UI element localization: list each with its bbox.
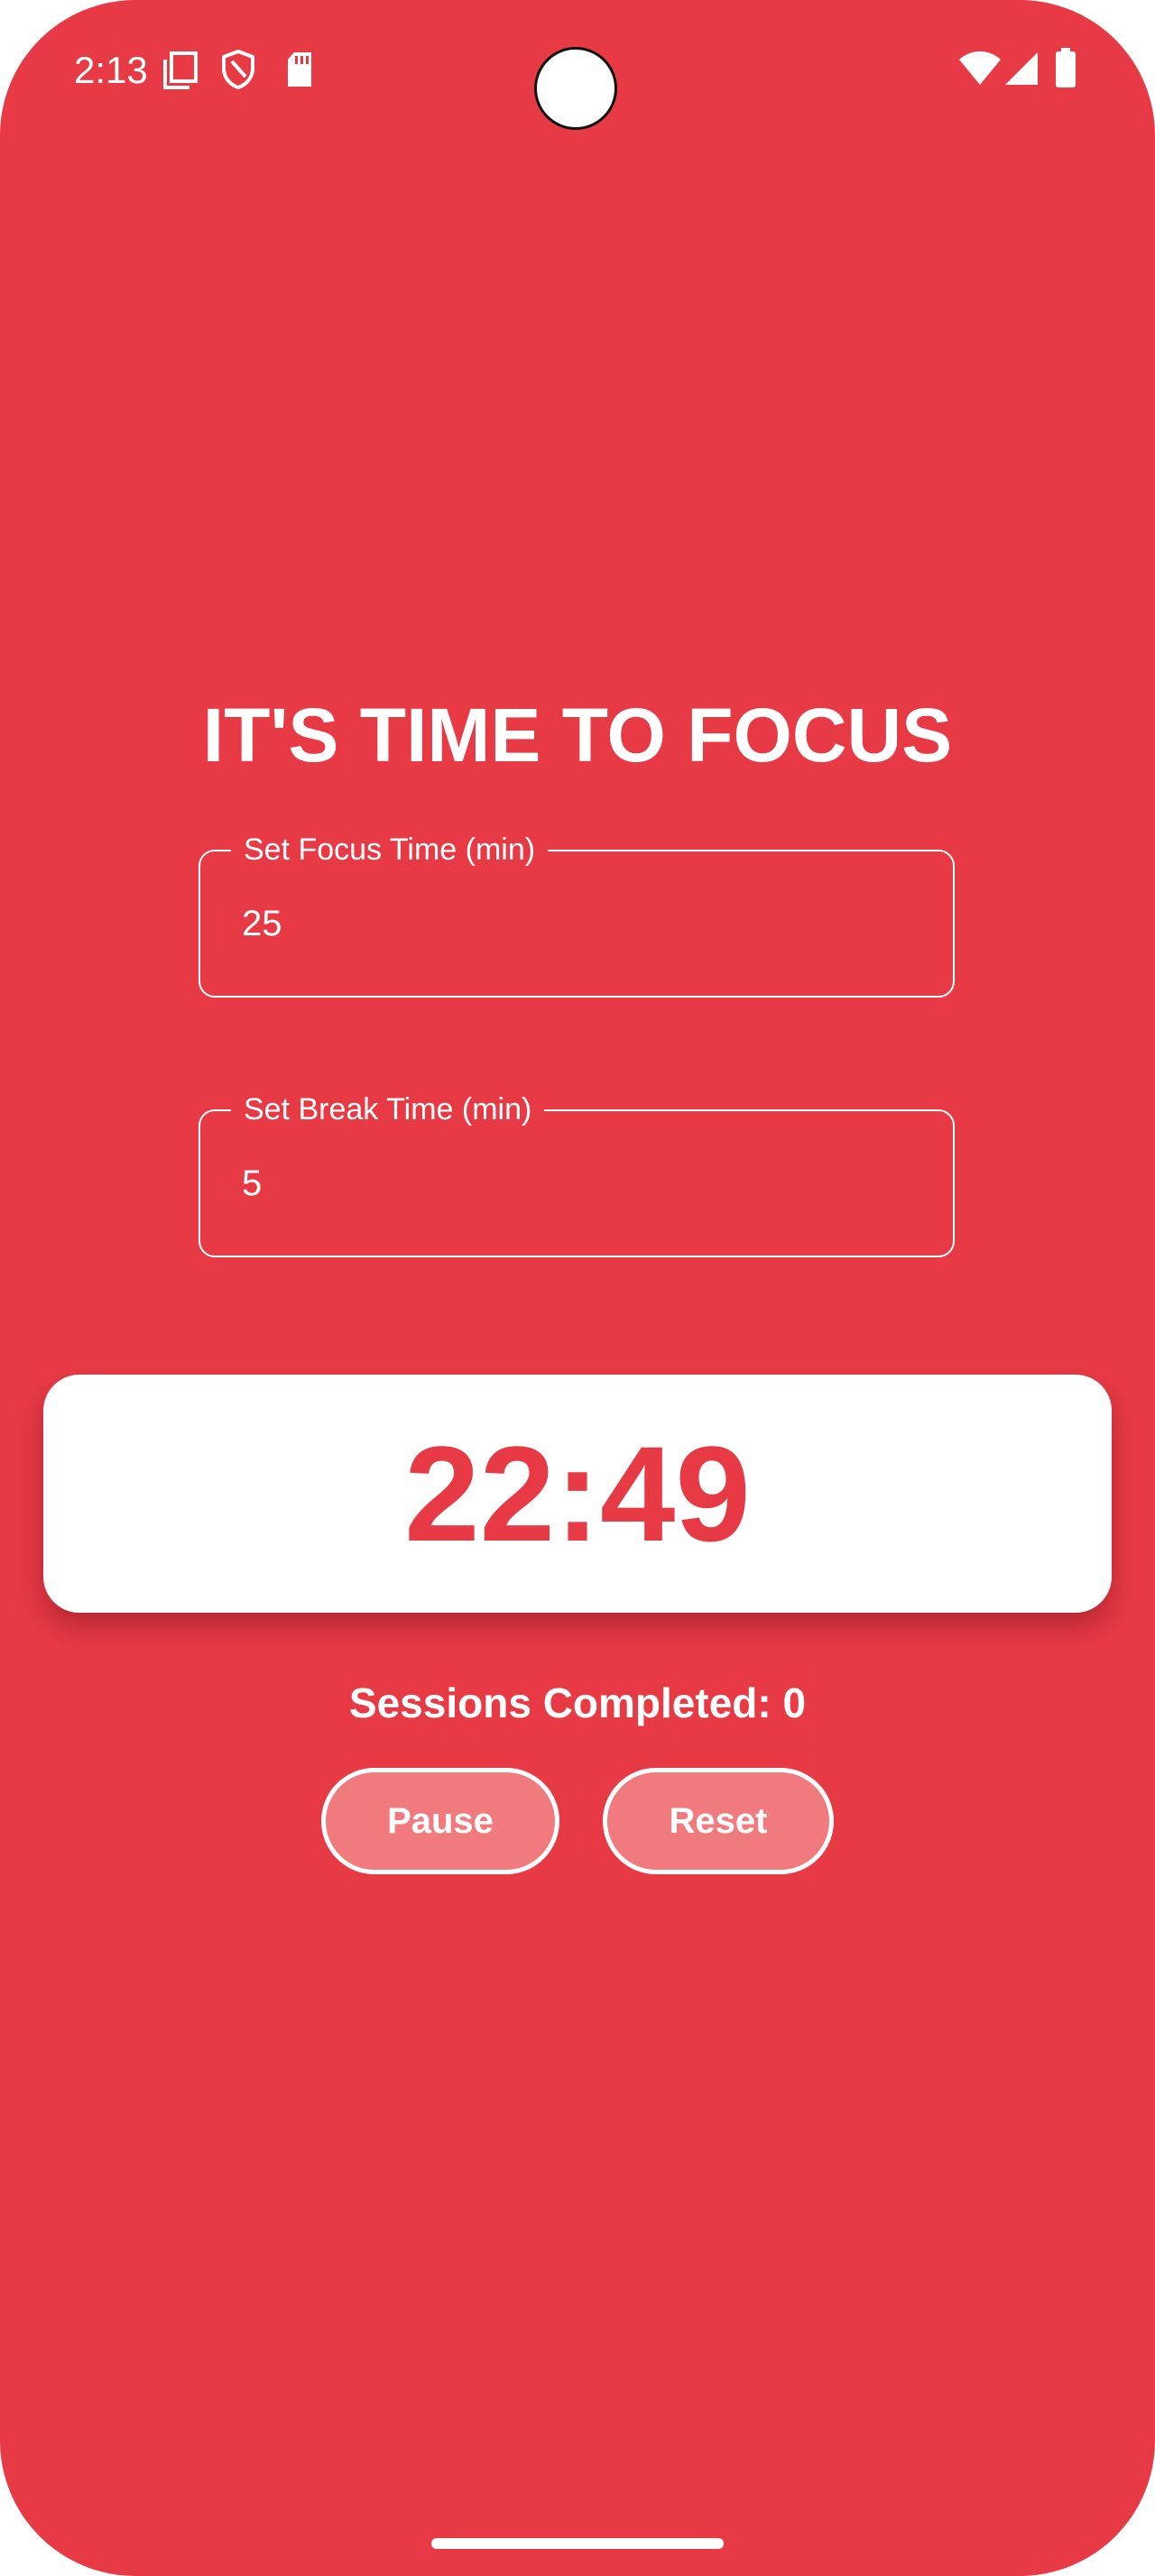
battery-icon (1056, 48, 1076, 87)
wifi-icon (959, 51, 1001, 85)
sessions-completed: Sessions Completed: 0 (348, 1679, 807, 1726)
camera-cutout (534, 47, 617, 130)
break-time-input[interactable]: 5 (242, 1158, 262, 1209)
break-time-field[interactable]: Set Break Time (min) 5 (199, 1088, 955, 1257)
page-title: IT'S TIME TO FOCUS (202, 693, 953, 777)
home-indicator[interactable] (431, 2538, 724, 2549)
pause-button[interactable]: Pause (321, 1768, 559, 1874)
cellular-signal-icon (1005, 52, 1038, 85)
app-screen: 2:13 IT'S TIME TO FOCUS Set Focus Time (… (0, 0, 1155, 2576)
sd-card-icon (288, 52, 311, 87)
focus-time-field[interactable]: Set Focus Time (min) 25 (199, 828, 955, 998)
status-time: 2:13 (74, 49, 148, 91)
screen-share-icon (163, 51, 198, 89)
timer-card: 22:49 (43, 1375, 1112, 1613)
focus-time-input[interactable]: 25 (242, 898, 282, 949)
shield-icon (222, 50, 254, 89)
timer-display: 22:49 (404, 1418, 751, 1569)
reset-button[interactable]: Reset (603, 1768, 834, 1874)
focus-time-label: Set Focus Time (min) (231, 828, 549, 871)
break-time-label: Set Break Time (min) (231, 1088, 545, 1131)
